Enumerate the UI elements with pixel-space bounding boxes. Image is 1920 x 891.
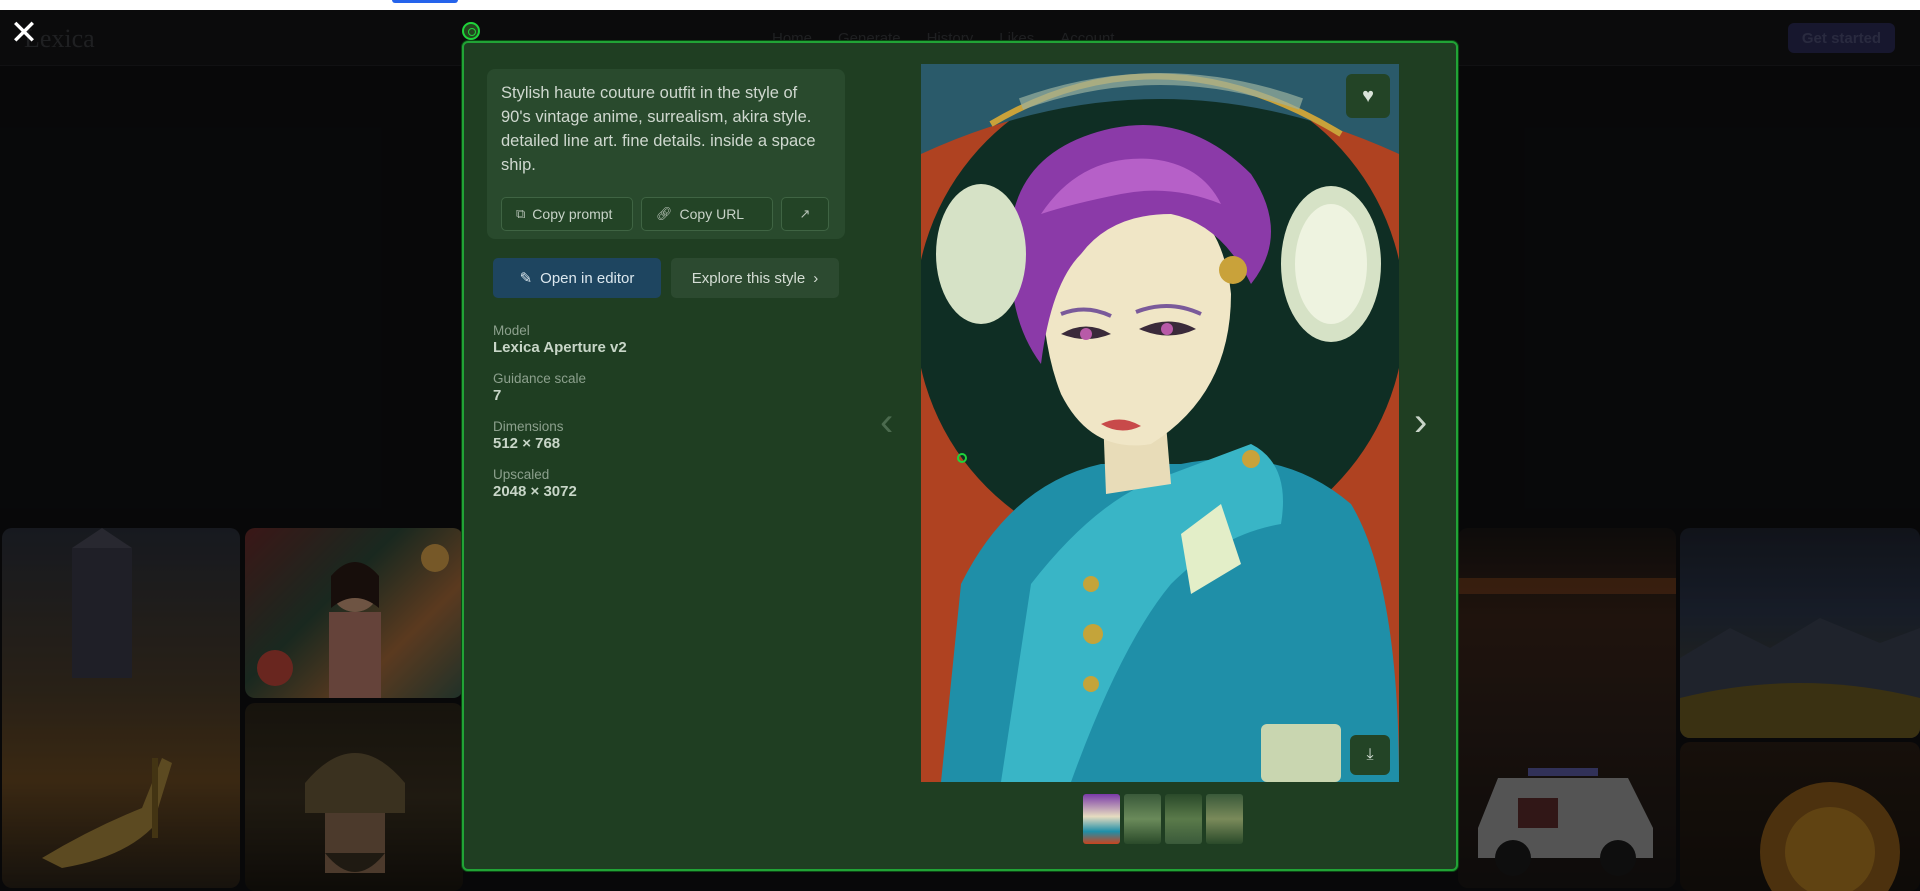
meta-label: Upscaled [493,467,550,482]
thumbnail-1[interactable] [1083,794,1120,844]
meta-value: Lexica Aperture v2 [493,339,627,356]
magic-wand-icon: ✎ [519,270,533,287]
meta-model: Model Lexica Aperture v2 [493,323,793,356]
download-icon[interactable]: ⤓ [1350,735,1390,775]
thumbnail-2[interactable] [1124,794,1161,844]
copy-icon: ⧉ [516,206,526,221]
thumbnail-3[interactable] [1165,794,1202,844]
image-detail-modal: Stylish haute couture outfit in the styl… [462,41,1458,871]
prompt-text: Stylish haute couture outfit in the styl… [501,84,816,174]
prompt-card: Stylish haute couture outfit in the styl… [487,69,845,239]
meta-dimensions: Dimensions 512 × 768 [493,419,793,452]
variant-thumbnails [1083,794,1243,844]
open-in-editor-button[interactable]: ✎ Open in editor [493,258,661,298]
meta-label: Guidance scale [493,371,587,386]
modal-anchor-marker [462,22,480,40]
main-image[interactable] [921,64,1399,782]
meta-label: Model [493,323,530,338]
copy-url-label: Copy URL [679,206,745,222]
meta-guidance: Guidance scale 7 [493,371,793,404]
prompt-actions: ⧉ Copy prompt 🔗︎ Copy URL ↗ [501,197,829,231]
external-link-icon: ↗ [799,206,811,221]
open-external-button[interactable]: ↗ [781,197,829,231]
meta-label: Dimensions [493,419,564,434]
meta-value: 7 [493,387,502,404]
copy-url-button[interactable]: 🔗︎ Copy URL [641,197,773,231]
link-icon: 🔗︎ [656,206,673,221]
thumbnail-4[interactable] [1206,794,1243,844]
cursor-indicator [957,453,967,463]
chevron-left-icon[interactable]: ‹ [880,402,910,444]
meta-upscaled: Upscaled 2048 × 3072 [493,467,793,500]
explore-style-button[interactable]: Explore this style › [671,258,839,298]
open-in-editor-label: Open in editor [540,269,635,287]
copy-prompt-label: Copy prompt [532,206,613,222]
heart-icon[interactable]: ♥ [1346,74,1390,118]
explore-style-label: Explore this style [691,269,806,287]
chevron-right-icon: › [813,269,819,287]
meta-value: 2048 × 3072 [493,483,577,500]
chevron-right-icon[interactable]: › [1414,402,1444,444]
meta-value: 512 × 768 [493,435,561,452]
copy-prompt-button[interactable]: ⧉ Copy prompt [501,197,633,231]
close-icon[interactable]: ✕ [8,16,40,50]
